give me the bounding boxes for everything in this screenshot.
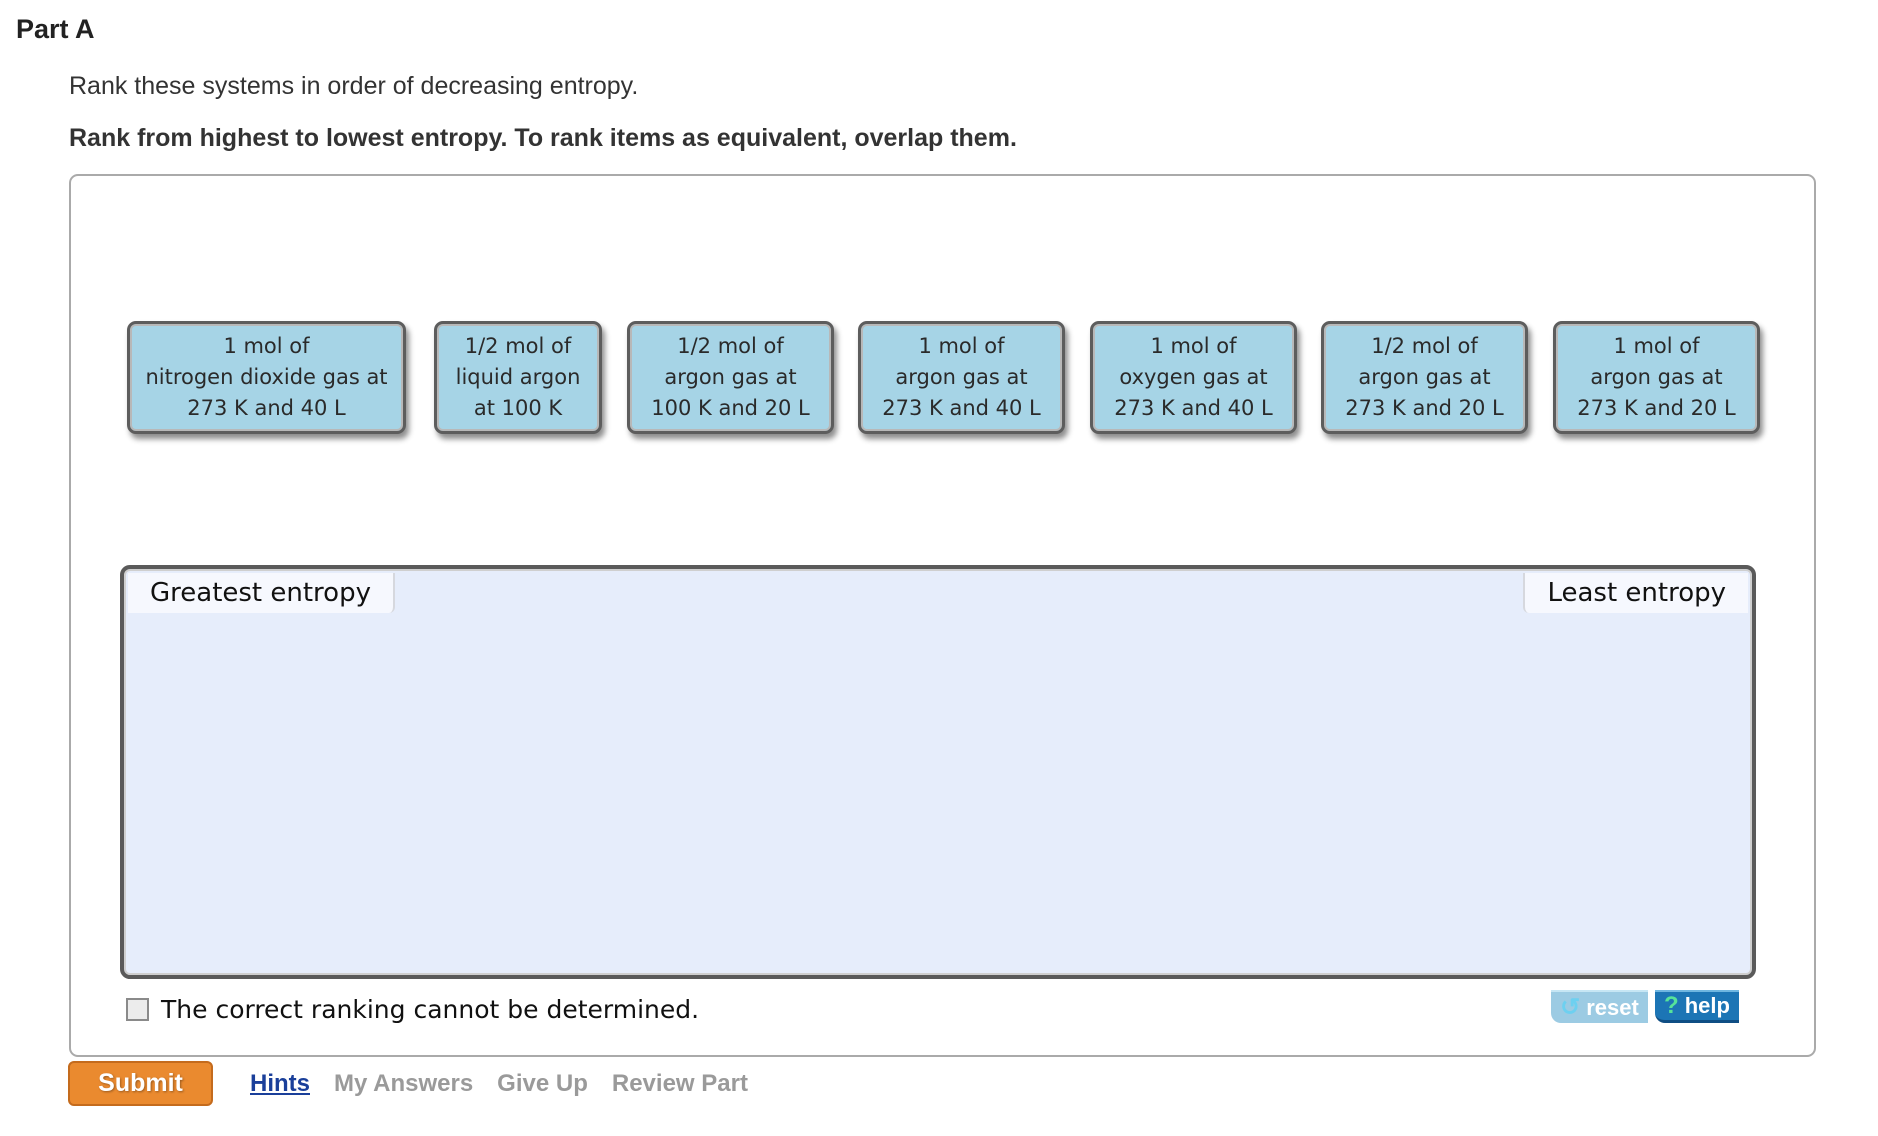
rank-item-line: argon gas at: [895, 365, 1028, 389]
rank-item-line: liquid argon: [455, 365, 581, 389]
rank-item-line: 1 mol of: [1150, 334, 1237, 358]
reset-button[interactable]: ↺ reset: [1551, 990, 1648, 1023]
rank-item-text: 1/2 mol of argon gas at 273 K and 20 L: [1345, 331, 1503, 424]
rank-item-line: 273 K and 40 L: [882, 396, 1041, 420]
rank-item-line: 1 mol of: [1613, 334, 1700, 358]
cannot-determine-option[interactable]: The correct ranking cannot be determined…: [126, 995, 699, 1024]
rank-item-line: 273 K and 20 L: [1577, 396, 1736, 420]
rank-item-line: 100 K and 20 L: [651, 396, 810, 420]
rank-item-4[interactable]: 1 mol of argon gas at 273 K and 40 L: [858, 321, 1065, 434]
rank-item-line: 273 K and 40 L: [187, 396, 346, 420]
rank-item-line: 1/2 mol of: [1371, 334, 1478, 358]
cannot-determine-label: The correct ranking cannot be determined…: [161, 995, 700, 1024]
cannot-determine-checkbox[interactable]: [126, 998, 149, 1021]
rank-item-text: 1/2 mol of liquid argon at 100 K: [456, 331, 581, 424]
rank-item-2[interactable]: 1/2 mol of liquid argon at 100 K: [434, 321, 602, 434]
rank-item-7[interactable]: 1 mol of argon gas at 273 K and 20 L: [1553, 321, 1760, 434]
rank-item-line: nitrogen dioxide gas at: [145, 365, 388, 389]
submit-button[interactable]: Submit: [68, 1061, 213, 1106]
part-title: Part A: [16, 14, 95, 44]
ranking-drop-zone[interactable]: Greatest entropy Least entropy: [120, 565, 1756, 979]
rank-item-5[interactable]: 1 mol of oxygen gas at 273 K and 40 L: [1090, 321, 1297, 434]
greatest-entropy-label: Greatest entropy: [128, 573, 395, 613]
rank-instructions: Rank from highest to lowest entropy. To …: [69, 124, 1017, 152]
hints-link[interactable]: Hints: [250, 1070, 310, 1098]
give-up-link: Give Up: [497, 1070, 588, 1097]
reset-icon: ↺: [1560, 994, 1581, 1021]
rank-item-text: 1 mol of nitrogen dioxide gas at 273 K a…: [145, 331, 387, 424]
rank-item-line: 1/2 mol of: [677, 334, 784, 358]
rank-item-text: 1 mol of oxygen gas at 273 K and 40 L: [1114, 331, 1272, 424]
rank-item-line: argon gas at: [664, 365, 797, 389]
rank-item-line: 273 K and 40 L: [1114, 396, 1273, 420]
least-entropy-label: Least entropy: [1523, 573, 1748, 613]
rank-item-6[interactable]: 1/2 mol of argon gas at 273 K and 20 L: [1321, 321, 1528, 434]
rank-item-text: 1/2 mol of argon gas at 100 K and 20 L: [651, 331, 809, 424]
footer-links: Hints My Answers Give Up Review Part: [250, 1070, 748, 1098]
rank-item-line: at 100 K: [473, 396, 563, 420]
rank-item-3[interactable]: 1/2 mol of argon gas at 100 K and 20 L: [627, 321, 834, 434]
rank-item-text: 1 mol of argon gas at 273 K and 20 L: [1577, 331, 1735, 424]
reset-label: reset: [1586, 994, 1639, 1020]
my-answers-link: My Answers: [334, 1070, 474, 1097]
rank-item-line: 273 K and 20 L: [1345, 396, 1504, 420]
review-part-link: Review Part: [611, 1070, 748, 1097]
rank-item-line: argon gas at: [1590, 365, 1723, 389]
rank-item-line: oxygen gas at: [1119, 365, 1268, 389]
rank-item-line: 1 mol of: [918, 334, 1005, 358]
rank-item-line: 1/2 mol of: [464, 334, 572, 358]
help-button[interactable]: ? help: [1655, 990, 1739, 1023]
rank-item-text: 1 mol of argon gas at 273 K and 40 L: [882, 331, 1040, 424]
rank-item-1[interactable]: 1 mol of nitrogen dioxide gas at 273 K a…: [127, 321, 406, 434]
help-icon: ?: [1664, 992, 1679, 1019]
rank-item-line: argon gas at: [1358, 365, 1491, 389]
rank-item-line: 1 mol of: [223, 334, 310, 358]
help-label: help: [1684, 993, 1730, 1018]
instructions-text: Rank these systems in order of decreasin…: [69, 72, 639, 100]
